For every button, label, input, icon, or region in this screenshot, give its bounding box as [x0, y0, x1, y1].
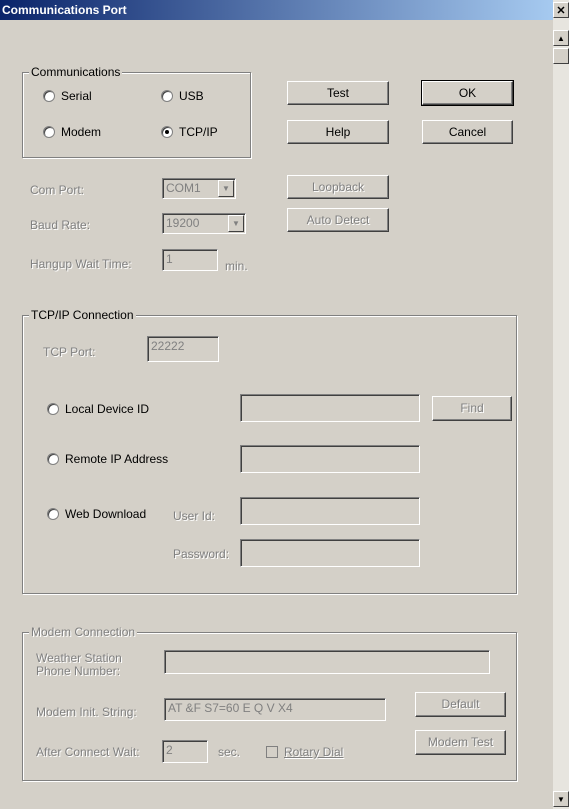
tcpip-group-label: TCP/IP Connection: [29, 308, 136, 322]
dropdown-arrow-icon[interactable]: ▼: [228, 215, 244, 232]
modem-test-button-label: Modem Test: [427, 735, 494, 749]
find-button-label: Find: [460, 401, 484, 415]
radio-circle-icon: [43, 90, 55, 102]
communications-group: Communications: [22, 65, 251, 158]
remote-ip-label: Remote IP Address: [65, 452, 169, 466]
remote-ip-radio[interactable]: Remote IP Address: [47, 452, 168, 466]
communications-group-label: Communications: [29, 65, 123, 79]
help-button-label: Help: [325, 125, 351, 139]
local-device-radio[interactable]: Local Device ID: [47, 402, 149, 416]
baud-rate-select[interactable]: 19200 ▼: [162, 213, 246, 234]
modem-radio[interactable]: Modem: [43, 125, 101, 139]
after-connect-label: After Connect Wait:: [36, 745, 140, 759]
web-download-label: Web Download: [65, 507, 147, 521]
close-icon[interactable]: ✕: [553, 2, 569, 18]
cancel-button[interactable]: Cancel: [422, 120, 513, 144]
local-device-input[interactable]: [240, 394, 420, 422]
radio-circle-icon: [47, 403, 59, 415]
user-id-input[interactable]: [240, 497, 420, 525]
rotary-dial-label: Rotary Dial: [284, 745, 344, 759]
test-button-label: Test: [326, 86, 349, 100]
title-bar[interactable]: Communications Port: [0, 0, 553, 20]
find-button[interactable]: Find: [432, 396, 512, 421]
after-connect-unit: sec.: [218, 745, 241, 759]
phone-number-label-line1: Weather Station: [36, 651, 122, 665]
tcpip-radio[interactable]: TCP/IP: [161, 125, 218, 139]
radio-circle-icon: [47, 453, 59, 465]
radio-circle-icon: [47, 508, 59, 520]
init-string-input[interactable]: AT &F S7=60 E Q V X4: [164, 698, 386, 721]
loopback-button[interactable]: Loopback: [287, 175, 389, 199]
after-connect-input[interactable]: 2: [162, 740, 208, 763]
default-button-label: Default: [441, 697, 480, 711]
after-connect-value: 2: [166, 743, 173, 757]
modem-test-button[interactable]: Modem Test: [415, 730, 506, 755]
ok-button[interactable]: OK: [421, 80, 514, 106]
usb-radio-label: USB: [179, 89, 204, 103]
radio-circle-icon: [161, 90, 173, 102]
tcpip-radio-label: TCP/IP: [179, 125, 218, 139]
tcp-port-input[interactable]: 22222: [147, 336, 219, 362]
serial-radio[interactable]: Serial: [43, 89, 92, 103]
password-input[interactable]: [240, 539, 420, 567]
window-title: Communications Port: [2, 3, 127, 17]
rotary-dial-checkbox[interactable]: Rotary Dial: [266, 745, 343, 759]
password-label: Password:: [173, 547, 230, 561]
modem-group-label: Modem Connection: [29, 625, 138, 639]
init-string-value: AT &F S7=60 E Q V X4: [168, 701, 293, 715]
vertical-scrollbar[interactable]: ✕ ▲ ▼: [553, 0, 569, 809]
serial-radio-label: Serial: [61, 89, 92, 103]
user-id-label: User Id:: [173, 509, 216, 523]
baud-rate-value: 19200: [166, 216, 200, 230]
com-port-label: Com Port:: [30, 183, 85, 197]
test-button[interactable]: Test: [287, 81, 389, 105]
radio-circle-icon: [43, 126, 55, 138]
hangup-unit-label: min.: [225, 259, 248, 273]
phone-number-input[interactable]: [164, 650, 490, 674]
help-button[interactable]: Help: [287, 120, 389, 144]
hangup-wait-label: Hangup Wait Time:: [30, 257, 132, 271]
remote-ip-input[interactable]: [240, 445, 420, 473]
checkbox-icon: [266, 746, 278, 758]
cancel-button-label: Cancel: [448, 125, 487, 139]
scroll-up-icon[interactable]: ▲: [553, 30, 569, 46]
usb-radio[interactable]: USB: [161, 89, 204, 103]
modem-radio-label: Modem: [61, 125, 102, 139]
baud-rate-label: Baud Rate:: [30, 218, 91, 232]
ok-button-label: OK: [458, 86, 477, 100]
scroll-down-icon[interactable]: ▼: [553, 791, 569, 807]
scroll-thumb[interactable]: [553, 48, 569, 64]
local-device-label: Local Device ID: [65, 402, 150, 416]
init-string-label: Modem Init. String:: [36, 705, 137, 719]
auto-detect-button[interactable]: Auto Detect: [287, 208, 389, 232]
com-port-select[interactable]: COM1 ▼: [162, 178, 236, 199]
hangup-wait-value: 1: [166, 252, 173, 266]
default-button[interactable]: Default: [415, 692, 506, 717]
loopback-button-label: Loopback: [311, 180, 365, 194]
hangup-wait-input[interactable]: 1: [162, 249, 218, 271]
web-download-radio[interactable]: Web Download: [47, 507, 146, 521]
com-port-value: COM1: [166, 181, 201, 195]
dropdown-arrow-icon[interactable]: ▼: [218, 180, 234, 197]
tcp-port-label: TCP Port:: [43, 345, 96, 359]
phone-number-label-line2: Phone Number:: [36, 664, 121, 678]
radio-selected-icon: [161, 126, 173, 138]
tcp-port-value: 22222: [151, 339, 185, 353]
auto-detect-button-label: Auto Detect: [306, 213, 370, 227]
